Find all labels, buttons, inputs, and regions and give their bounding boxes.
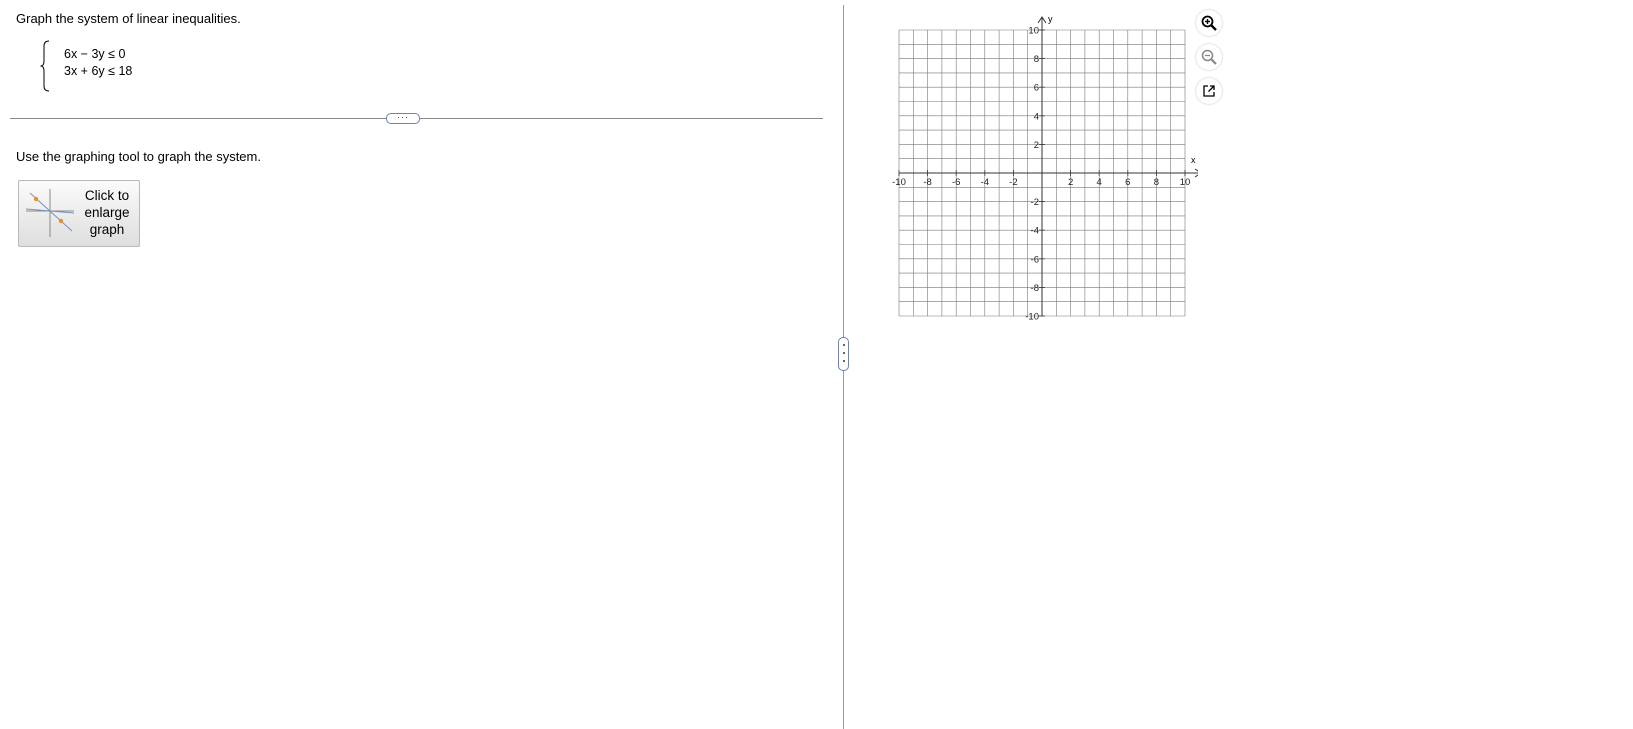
y-tick-label: 4 xyxy=(1034,111,1039,122)
enlarge-label-line-1: Click to xyxy=(84,188,130,203)
axes: x y xyxy=(899,14,1198,316)
x-tick-label: 8 xyxy=(1154,177,1159,188)
zoom-in-icon xyxy=(1201,15,1217,31)
x-axis-label: x xyxy=(1191,155,1196,165)
y-tick-label: -8 xyxy=(1031,283,1039,294)
x-tick-label: -4 xyxy=(981,177,989,188)
x-tick-label: -2 xyxy=(1009,177,1017,188)
enlarge-graph-button[interactable]: Click to enlarge graph xyxy=(18,180,140,247)
y-tick-label: 10 xyxy=(1028,26,1039,37)
y-tick-label: 8 xyxy=(1034,54,1039,65)
y-tick-label: 6 xyxy=(1034,83,1039,94)
y-tick-label: 2 xyxy=(1034,140,1039,151)
brace-icon xyxy=(40,40,50,92)
pane-splitter-handle[interactable] xyxy=(838,337,849,371)
x-tick-label: 6 xyxy=(1125,177,1130,188)
y-axis-label: y xyxy=(1048,14,1053,24)
x-tick-label: 2 xyxy=(1068,177,1073,188)
x-tick-label: -10 xyxy=(892,177,906,188)
y-tick-label: -2 xyxy=(1031,197,1039,208)
inequality-2: 3x + 6y ≤ 18 xyxy=(64,64,133,78)
x-tick-label: -8 xyxy=(923,177,931,188)
popout-button[interactable] xyxy=(1196,78,1222,104)
x-tick-label: 4 xyxy=(1097,177,1102,188)
graph-instruction: Use the graphing tool to graph the syste… xyxy=(16,149,261,164)
question-prompt: Graph the system of linear inequalities. xyxy=(16,11,241,26)
y-tick-label: -4 xyxy=(1031,226,1039,237)
graph-canvas[interactable]: x y -10 -8 -6 -4 -2 2 4 6 8 10 10 8 6 4 2 -2 -4 -6 -8 -10 xyxy=(878,12,1198,322)
enlarge-label-line-3: graph xyxy=(89,222,125,237)
zoom-out-icon xyxy=(1201,49,1217,65)
zoom-in-button[interactable] xyxy=(1196,10,1222,36)
graph-thumbnail-icon xyxy=(25,189,75,237)
inequality-1: 6x − 3y ≤ 0 xyxy=(64,47,126,61)
y-tick-label: -6 xyxy=(1031,254,1039,265)
x-tick-label: 10 xyxy=(1180,177,1191,188)
zoom-out-button[interactable] xyxy=(1196,44,1222,70)
enlarge-label-line-2: enlarge xyxy=(84,205,130,220)
popout-icon xyxy=(1203,85,1215,97)
x-tick-label: -6 xyxy=(952,177,960,188)
question-pane: Graph the system of linear inequalities.… xyxy=(0,0,843,729)
y-tick-label: -10 xyxy=(1025,312,1039,323)
divider-expand-handle[interactable]: ··· xyxy=(386,113,420,124)
